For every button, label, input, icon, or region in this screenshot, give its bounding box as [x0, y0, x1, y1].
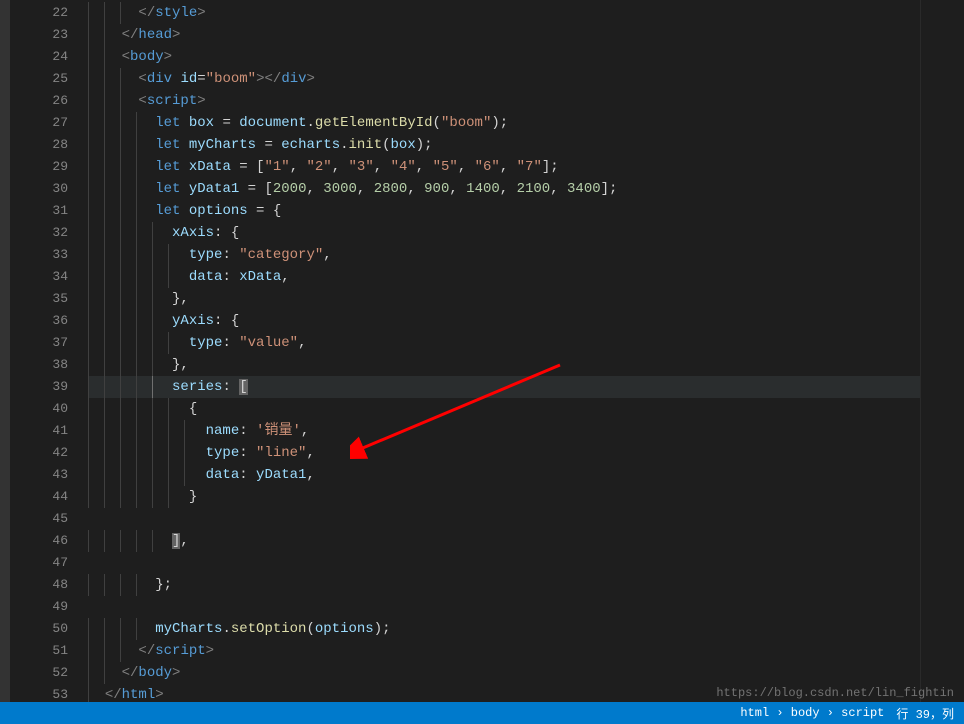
code-line[interactable]: let yData1 = [2000, 3000, 2800, 900, 140…	[88, 178, 920, 200]
line-number: 41	[10, 420, 88, 442]
line-number: 34	[10, 266, 88, 288]
line-number: 42	[10, 442, 88, 464]
line-number: 31	[10, 200, 88, 222]
code-line[interactable]: ],	[88, 530, 920, 552]
line-number: 35	[10, 288, 88, 310]
watermark-text: https://blog.csdn.net/lin_fightin	[716, 686, 954, 700]
code-line[interactable]: let myCharts = echarts.init(box);	[88, 134, 920, 156]
line-number: 49	[10, 596, 88, 618]
line-number: 51	[10, 640, 88, 662]
line-number: 52	[10, 662, 88, 684]
line-number: 46	[10, 530, 88, 552]
status-bar: html › body › script 行 39，列	[0, 702, 964, 724]
code-line[interactable]: type: "line",	[88, 442, 920, 464]
code-line[interactable]: },	[88, 354, 920, 376]
code-line[interactable]: data: yData1,	[88, 464, 920, 486]
code-line[interactable]: series: [	[88, 376, 920, 398]
line-number: 36	[10, 310, 88, 332]
cursor-position[interactable]: 行 39，列	[896, 705, 954, 722]
code-line[interactable]	[88, 508, 920, 530]
code-line[interactable]	[88, 552, 920, 574]
line-number: 48	[10, 574, 88, 596]
activity-bar	[0, 0, 10, 702]
minimap[interactable]	[920, 0, 950, 702]
line-number: 39	[10, 376, 88, 398]
line-number: 29	[10, 156, 88, 178]
breadcrumb[interactable]: html › body › script	[740, 706, 884, 720]
code-line[interactable]: type: "category",	[88, 244, 920, 266]
code-line[interactable]: let options = {	[88, 200, 920, 222]
line-number: 23	[10, 24, 88, 46]
line-number-gutter: 2223242526272829303132333435363738394041…	[10, 0, 88, 702]
code-line[interactable]: myCharts.setOption(options);	[88, 618, 920, 640]
line-number: 26	[10, 90, 88, 112]
code-line[interactable]: };	[88, 574, 920, 596]
line-number: 22	[10, 2, 88, 24]
line-number: 25	[10, 68, 88, 90]
code-line[interactable]: </head>	[88, 24, 920, 46]
code-line[interactable]: name: '销量',	[88, 420, 920, 442]
code-line[interactable]: yAxis: {	[88, 310, 920, 332]
code-line[interactable]: data: xData,	[88, 266, 920, 288]
code-line[interactable]: {	[88, 398, 920, 420]
code-editor[interactable]: </style> </head> <body> <div id="boom"><…	[88, 0, 920, 702]
line-number: 28	[10, 134, 88, 156]
line-number: 45	[10, 508, 88, 530]
line-number: 40	[10, 398, 88, 420]
code-line[interactable]: </body>	[88, 662, 920, 684]
code-line[interactable]: let box = document.getElementById("boom"…	[88, 112, 920, 134]
line-number: 43	[10, 464, 88, 486]
line-number: 30	[10, 178, 88, 200]
vertical-scrollbar[interactable]	[950, 0, 964, 702]
line-number: 33	[10, 244, 88, 266]
line-number: 38	[10, 354, 88, 376]
line-number: 32	[10, 222, 88, 244]
code-line[interactable]: </style>	[88, 2, 920, 24]
code-line[interactable]: type: "value",	[88, 332, 920, 354]
line-number: 50	[10, 618, 88, 640]
line-number: 27	[10, 112, 88, 134]
code-line[interactable]: }	[88, 486, 920, 508]
code-line[interactable]: xAxis: {	[88, 222, 920, 244]
code-line[interactable]: },	[88, 288, 920, 310]
code-line[interactable]	[88, 596, 920, 618]
code-line[interactable]: <div id="boom"></div>	[88, 68, 920, 90]
line-number: 37	[10, 332, 88, 354]
code-line[interactable]: </script>	[88, 640, 920, 662]
code-line[interactable]: <body>	[88, 46, 920, 68]
editor-container: 2223242526272829303132333435363738394041…	[0, 0, 964, 702]
line-number: 47	[10, 552, 88, 574]
code-line[interactable]: <script>	[88, 90, 920, 112]
code-line[interactable]: let xData = ["1", "2", "3", "4", "5", "6…	[88, 156, 920, 178]
line-number: 44	[10, 486, 88, 508]
line-number: 24	[10, 46, 88, 68]
